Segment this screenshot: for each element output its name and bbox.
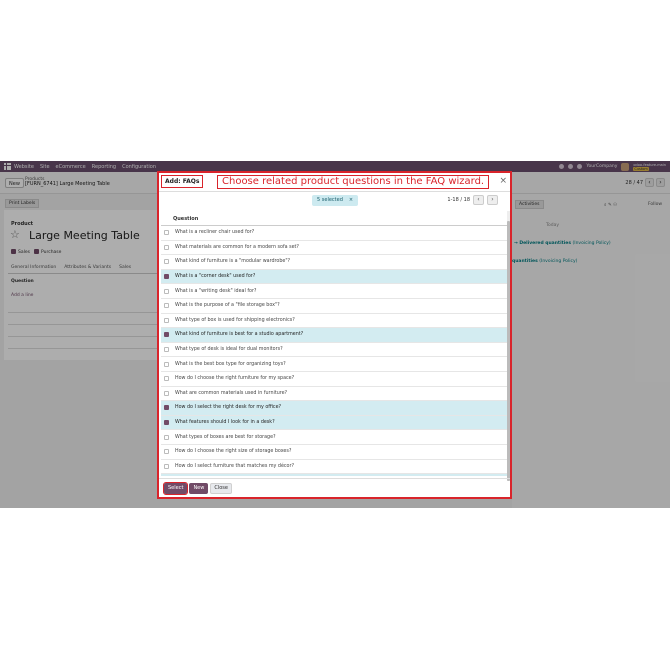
faq-list: Question What is a recliner chair used f… bbox=[161, 213, 507, 476]
question-text: What is a "corner desk" used for? bbox=[175, 274, 256, 280]
row-checkbox[interactable] bbox=[164, 332, 169, 338]
question-text: What kind of furniture is best for a stu… bbox=[175, 332, 304, 338]
scrollbar[interactable] bbox=[507, 211, 510, 481]
dialog-title: Add: FAQs bbox=[161, 175, 204, 188]
list-row[interactable]: What is a recliner chair used for? bbox=[161, 226, 507, 241]
dialog-footer: Select New Close bbox=[162, 482, 232, 495]
list-row[interactable]: What type of box is used for shipping el… bbox=[161, 314, 507, 329]
list-row[interactable]: What is a "writing desk" ideal for? bbox=[161, 284, 507, 299]
question-text: What type of box is used for shipping el… bbox=[175, 317, 295, 323]
question-text: How do I choose the right size of storag… bbox=[175, 449, 292, 455]
annotation-callout: Choose related product questions in the … bbox=[217, 175, 490, 189]
question-text: What is the best box type for organizing… bbox=[175, 361, 286, 367]
select-button[interactable]: Select bbox=[162, 482, 189, 495]
question-text: What type of desk is ideal for dual moni… bbox=[175, 347, 283, 353]
question-text: How do I choose the right furniture for … bbox=[175, 376, 295, 382]
row-checkbox[interactable] bbox=[164, 317, 169, 323]
row-checkbox[interactable] bbox=[164, 288, 169, 294]
scrollbar-thumb[interactable] bbox=[507, 221, 510, 481]
row-checkbox[interactable] bbox=[164, 449, 169, 455]
list-pager: 1-18 / 18 ‹ › bbox=[447, 195, 498, 205]
list-row[interactable]: What are common materials used in furnit… bbox=[161, 387, 507, 402]
question-text: How do I select the right desk for my of… bbox=[175, 405, 282, 411]
list-row[interactable]: What is the purpose of a "file storage b… bbox=[161, 299, 507, 314]
footer-divider bbox=[159, 478, 510, 479]
header-divider bbox=[159, 191, 510, 192]
new-button[interactable]: New bbox=[189, 483, 209, 494]
row-checkbox[interactable] bbox=[164, 230, 169, 236]
question-text: What are common materials used in furnit… bbox=[175, 390, 288, 396]
list-row[interactable]: How do I choose the right size of storag… bbox=[161, 445, 507, 460]
question-text: What types of boxes are best for storage… bbox=[175, 434, 276, 440]
row-checkbox[interactable] bbox=[164, 390, 169, 396]
list-body: What is a recliner chair used for? What m… bbox=[161, 226, 507, 476]
row-checkbox[interactable] bbox=[164, 303, 169, 309]
selection-badge: 5 selected × bbox=[312, 195, 359, 206]
list-row[interactable]: How do I choose the right furniture for … bbox=[161, 372, 507, 387]
clear-selection-icon[interactable]: × bbox=[349, 197, 353, 203]
list-header: Question bbox=[161, 213, 507, 226]
question-text: What kind of furniture is a "modular war… bbox=[175, 259, 291, 265]
row-checkbox[interactable] bbox=[164, 274, 169, 280]
row-checkbox[interactable] bbox=[164, 376, 169, 382]
list-row[interactable]: What features should I look for in a des… bbox=[161, 415, 507, 431]
question-text: How do I select furniture that matches m… bbox=[175, 463, 294, 469]
row-checkbox[interactable] bbox=[164, 463, 169, 469]
list-row[interactable]: How do I select furniture that matches m… bbox=[161, 460, 507, 475]
question-column-header[interactable]: Question bbox=[173, 216, 198, 222]
pager-value[interactable]: 1-18 / 18 bbox=[447, 197, 470, 203]
question-text: What features should I look for in a des… bbox=[175, 420, 275, 426]
row-checkbox[interactable] bbox=[164, 347, 169, 353]
list-row[interactable]: How do I select the right desk for my of… bbox=[161, 401, 507, 416]
row-checkbox[interactable] bbox=[164, 244, 169, 250]
list-row[interactable]: What is the best box type for organizing… bbox=[161, 357, 507, 372]
close-icon[interactable]: × bbox=[499, 176, 507, 186]
row-checkbox[interactable] bbox=[164, 259, 169, 265]
selection-count: 5 selected bbox=[317, 197, 343, 203]
close-button[interactable]: Close bbox=[210, 483, 232, 494]
list-row[interactable]: What kind of furniture is best for a stu… bbox=[161, 328, 507, 343]
question-text: What is the purpose of a "file storage b… bbox=[175, 303, 280, 309]
list-row[interactable]: What types of boxes are best for storage… bbox=[161, 430, 507, 445]
row-checkbox[interactable] bbox=[164, 405, 169, 411]
chevron-left-icon[interactable]: ‹ bbox=[473, 195, 484, 205]
question-text: What materials are common for a modern s… bbox=[175, 244, 299, 250]
list-row[interactable] bbox=[161, 474, 507, 476]
list-row[interactable]: What is a "corner desk" used for? bbox=[161, 269, 507, 285]
row-checkbox[interactable] bbox=[164, 420, 169, 426]
list-row[interactable]: What kind of furniture is a "modular war… bbox=[161, 255, 507, 270]
question-text: What is a recliner chair used for? bbox=[175, 230, 255, 236]
question-text: What is a "writing desk" ideal for? bbox=[175, 288, 257, 294]
faq-select-dialog: Add: FAQs Choose related product questio… bbox=[157, 171, 512, 499]
row-checkbox[interactable] bbox=[164, 434, 169, 440]
list-row[interactable]: What type of desk is ideal for dual moni… bbox=[161, 343, 507, 358]
chevron-right-icon[interactable]: › bbox=[487, 195, 498, 205]
list-row[interactable]: What materials are common for a modern s… bbox=[161, 241, 507, 256]
row-checkbox[interactable] bbox=[164, 361, 169, 367]
